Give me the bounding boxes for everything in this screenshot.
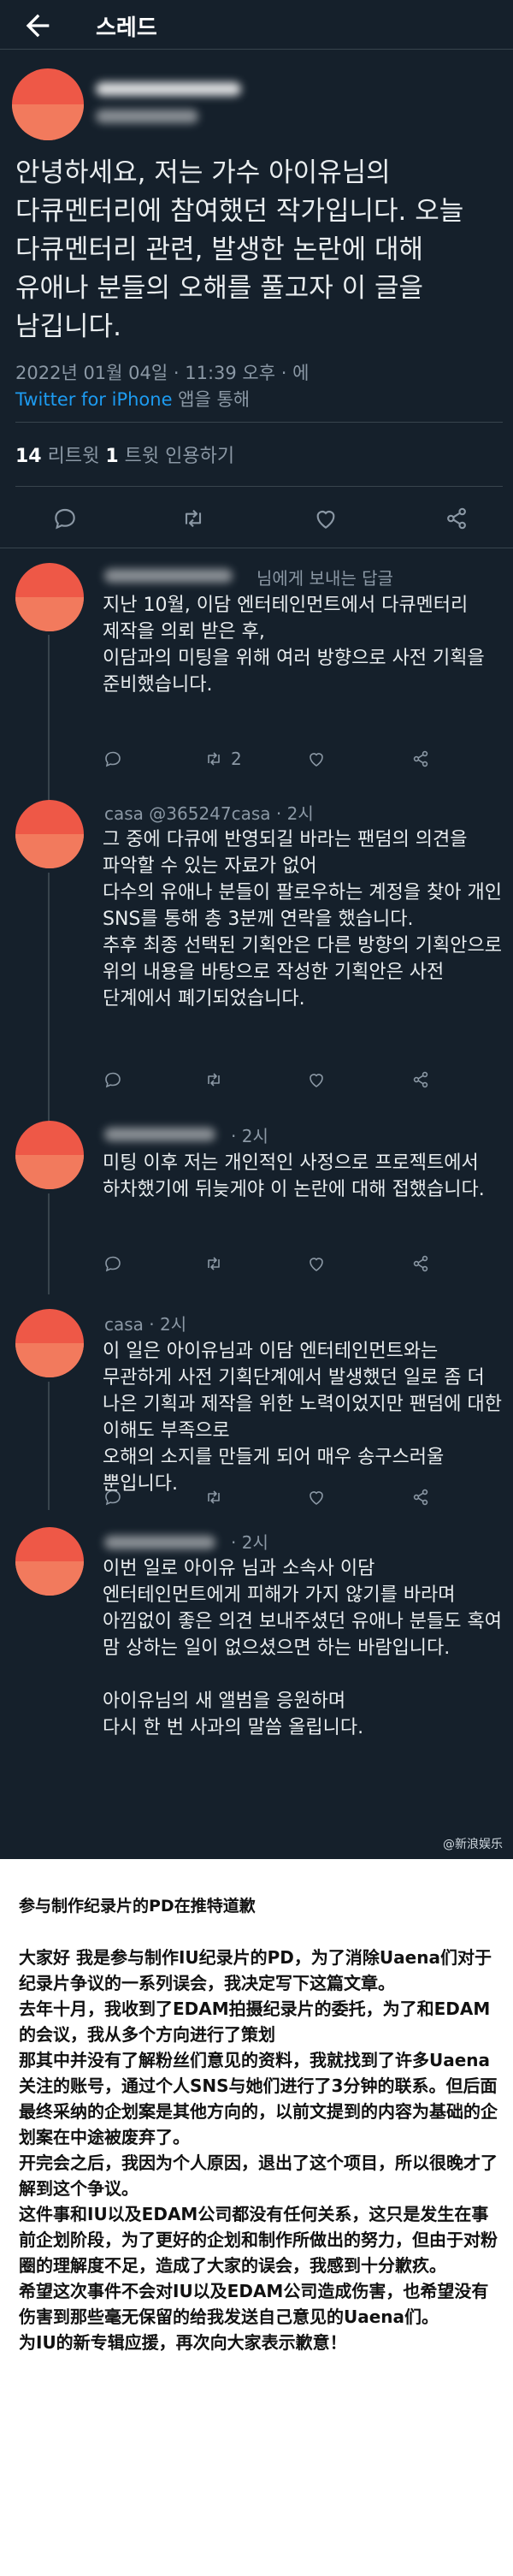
quote-count[interactable]: 1	[105, 446, 118, 467]
like-heart-icon[interactable]	[306, 1069, 327, 1090]
retweet-count[interactable]: 14	[15, 446, 42, 467]
back-arrow-icon[interactable]	[21, 9, 55, 43]
reply-header: 님에게 보내는 답글	[256, 568, 393, 589]
reply-header: · 2시	[231, 1126, 268, 1146]
engagement-counts: 14 리트윗 1 트윗 인용하기	[15, 441, 234, 468]
author-avatar[interactable]	[12, 68, 84, 140]
retweet-icon[interactable]	[203, 749, 224, 769]
caption-paragraph: 希望这次事件不会对IU以及EDAM公司造成伤害，也希望没有伤害到那些毫无保留的给…	[19, 2281, 489, 2327]
author-name-blurred[interactable]	[96, 82, 241, 96]
share-icon[interactable]	[410, 1253, 431, 1274]
reply-text: 이 일은 아이유님과 이담 엔터테인먼트와는 무관하게 사전 기획단계에서 발생…	[103, 1341, 503, 1495]
retweet-count-label[interactable]: 리트윗	[42, 446, 106, 467]
thread-line	[48, 635, 50, 821]
reply-header: casa @365247casa · 2시	[104, 803, 314, 824]
twitter-thread-screen: 스레드 안녕하세요, 저는 가수 아이유님의 다큐멘터리에 참여했던 작가입니다…	[0, 0, 513, 1859]
caption-paragraph: 去年十月，我收到了EDAM拍摄纪录片的委托，为了和EDAM的会议，我从多个方向进…	[19, 1999, 491, 2045]
reply-icon[interactable]	[103, 1069, 123, 1090]
reply-author-blurred[interactable]	[104, 569, 233, 583]
screenshot: 스레드 안녕하세요, 저는 가수 아이유님의 다큐멘터리에 참여했던 작가입니다…	[0, 0, 513, 2576]
reply-icon[interactable]	[103, 1487, 123, 1507]
caption-body: 大家好 我是参与制作IU纪录片的PD，为了消除Uaena们对于纪录片争议的一系列…	[19, 1945, 498, 2355]
thread-line	[48, 1193, 50, 1294]
retweet-icon[interactable]	[203, 1487, 224, 1507]
reply-text: 그 중에 다큐에 반영되길 바라는 팬덤의 의견을 파악할 수 있는 자료가 없…	[103, 829, 503, 1010]
tweet-text: 안녕하세요, 저는 가수 아이유님의 다큐멘터리에 참여했던 작가입니다. 오늘…	[15, 157, 464, 342]
top-bar: 스레드	[0, 0, 513, 50]
caption-paragraph: 大家好 我是参与制作IU纪录片的PD，为了消除Uaena们对于纪录片争议的一系列…	[19, 1947, 492, 1993]
quote-count-label[interactable]: 트윗 인용하기	[119, 446, 234, 467]
tweet-source: Twitter for iPhone 앱을 통해	[15, 386, 250, 412]
share-icon[interactable]	[410, 1069, 431, 1090]
sina-watermark: @新浪娱乐	[443, 1838, 503, 1851]
reply-avatar[interactable]	[15, 1527, 84, 1596]
page-title: 스레드	[96, 15, 157, 41]
reply-icon[interactable]	[103, 1253, 123, 1274]
reply-author-blurred[interactable]	[104, 1128, 215, 1141]
like-heart-icon[interactable]	[312, 505, 339, 532]
reply-icon[interactable]	[103, 749, 123, 769]
tweet-timestamp[interactable]: 2022년 01월 04일 · 11:39 오후 · 에	[15, 359, 309, 385]
thread-line	[48, 873, 50, 1148]
retweet-icon[interactable]	[203, 1253, 224, 1274]
tweet-source-app[interactable]: Twitter for iPhone	[15, 389, 173, 410]
reply-avatar[interactable]	[15, 1309, 84, 1377]
reply-text: 이번 일로 아이유 님과 소속사 이담 엔터테인먼트에게 피해가 가지 않기를 …	[103, 1558, 503, 1738]
divider	[15, 486, 503, 487]
reply-text: 지난 10월, 이담 엔터테인먼트에서 다큐멘터리 제작을 의뢰 받은 후, 이…	[103, 595, 485, 696]
reply-header: · 2시	[231, 1532, 268, 1553]
caption-paragraph: 为IU的新专辑应援，再次向大家表示歉意！	[19, 2332, 347, 2353]
like-heart-icon[interactable]	[306, 1253, 327, 1274]
reply-text: 미팅 이후 저는 개인적인 사정으로 프로젝트에서 하차했기에 뒤늦게야 이 논…	[103, 1152, 485, 1200]
caption-paragraph: 那其中并没有了解粉丝们意见的资料，我就找到了许多Uaena关注的账号，通过个人S…	[19, 2050, 498, 2147]
author-handle-blurred[interactable]	[96, 110, 198, 123]
caption-section: 参与制作纪录片的PD在推特道歉 大家好 我是参与制作IU纪录片的PD，为了消除U…	[0, 1859, 513, 2576]
tweet-source-suffix: 앱을 통해	[172, 389, 251, 410]
share-icon[interactable]	[443, 505, 470, 532]
divider	[15, 422, 503, 423]
reply-header: casa · 2시	[104, 1314, 187, 1335]
retweet-icon[interactable]	[203, 1069, 224, 1090]
reply-avatar[interactable]	[15, 1121, 84, 1189]
reply-author-blurred[interactable]	[104, 1536, 215, 1549]
like-heart-icon[interactable]	[306, 749, 327, 769]
caption-paragraph: 这件事和IU以及EDAM公司都没有任何关系，这只是发生在事前企划阶段，为了更好的…	[19, 2204, 498, 2276]
thread-line	[48, 1382, 50, 1510]
reply-retweet-count: 2	[231, 749, 242, 769]
share-icon[interactable]	[410, 749, 431, 769]
share-icon[interactable]	[410, 1487, 431, 1507]
like-heart-icon[interactable]	[306, 1487, 327, 1507]
reply-avatar[interactable]	[15, 800, 84, 868]
caption-paragraph: 开完会之后，我因为个人原因，退出了这个项目，所以很晚才了解到这个争议。	[19, 2153, 498, 2199]
retweet-icon[interactable]	[180, 505, 207, 532]
reply-avatar[interactable]	[15, 563, 84, 631]
caption-title: 参与制作纪录片的PD在推特道歉	[19, 1897, 256, 1916]
reply-icon[interactable]	[51, 505, 79, 532]
